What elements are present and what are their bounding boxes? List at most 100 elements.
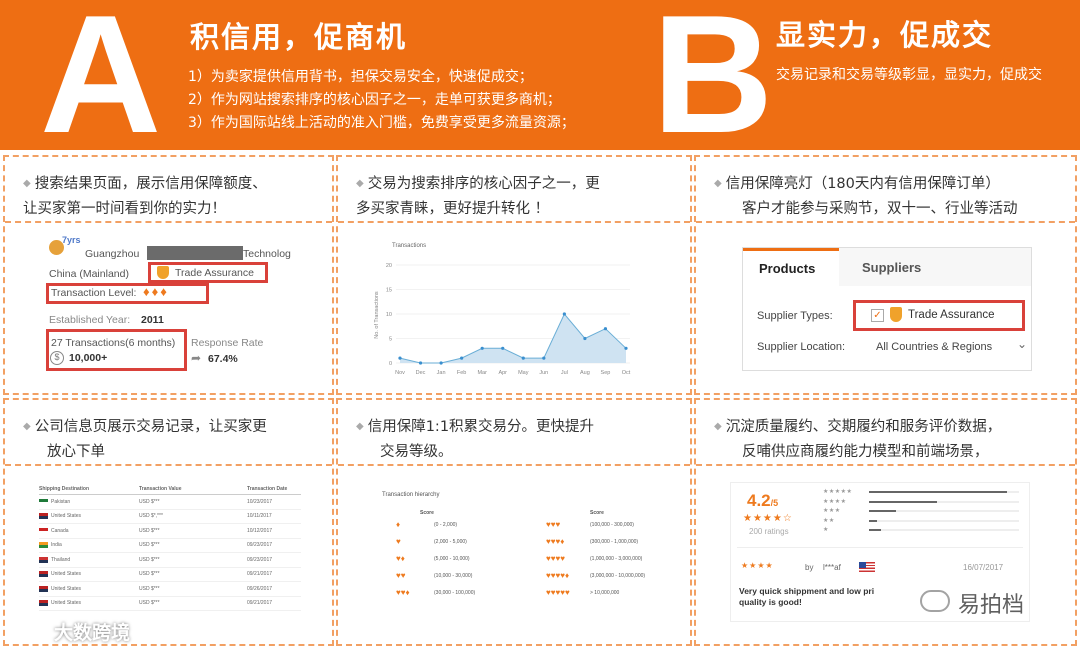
cell-destination: Canada <box>51 527 69 534</box>
x-tick-label: Aug <box>580 370 590 376</box>
x-tick-label: Mar <box>477 370 487 376</box>
score-range: (1,000,000 - 3,000,000) <box>590 556 643 562</box>
data-point <box>398 356 402 360</box>
review-stars-icon: ★★★★ <box>741 561 774 570</box>
level-icon: ♥♥♦ <box>396 588 410 597</box>
data-point <box>542 356 546 360</box>
score-range: (5,000 - 10,000) <box>434 556 470 562</box>
table-row: Pakistan USD $*** 10/23/2017 <box>39 495 301 510</box>
score-range: > 10,000,000 <box>590 590 620 596</box>
x-tick-label: Dec <box>416 370 426 376</box>
diamond-bullet-icon: ◆ <box>23 421 31 432</box>
response-rate-value: 67.4% <box>208 353 238 365</box>
cell-destination: United States <box>51 571 82 578</box>
trade-assurance-checkbox[interactable]: ✓ <box>871 309 884 322</box>
y-tick-label: 10 <box>386 312 392 318</box>
data-point <box>521 356 525 360</box>
level-icon: ♥♥♥♥♦ <box>546 571 570 580</box>
rating-bar <box>869 491 1019 493</box>
trade-assurance-shield-icon <box>890 307 902 322</box>
diamond-bullet-icon: ◆ <box>356 178 364 189</box>
highlight-box <box>46 329 187 371</box>
share-arrow-icon: ➦ <box>191 351 202 365</box>
cell-date: 09/23/2017 <box>247 542 273 549</box>
chevron-down-icon[interactable]: ⌄ <box>1017 337 1027 351</box>
dollar-icon: $ <box>50 351 64 365</box>
data-point <box>460 356 464 360</box>
country-flag-icon <box>39 527 48 534</box>
score-range: (30,000 - 100,000) <box>434 590 476 596</box>
card-caption: ◆ 信用保障亮灯（180天内有信用保障订单） 客户才能参与采购节，双十一、行业等活… <box>696 157 1075 223</box>
score-header: Score <box>590 510 604 516</box>
section-a-line: 3）作为国际站线上活动的准入门槛，免费享受更多流量资源； <box>188 115 575 131</box>
x-tick-label: Oct <box>622 370 631 376</box>
trade-assurance-label[interactable]: Trade Assurance <box>175 267 254 279</box>
company-name-prefix[interactable]: Guangzhou <box>85 248 139 260</box>
cell-destination: United States <box>51 513 82 520</box>
hierarchy-preview: Transaction hierarchy Score Score ♦ (0 - … <box>338 468 690 644</box>
company-name-suffix[interactable]: Technolog <box>243 248 291 260</box>
cell-date: 10/23/2017 <box>247 498 273 505</box>
score-range: (10,000 - 30,000) <box>434 573 473 579</box>
section-a-title: 积信用，促商机 <box>190 20 408 54</box>
chart-title: Transactions <box>392 243 426 249</box>
section-b-line: 交易记录和交易等级彰显，显实力，促成交 <box>776 67 1042 83</box>
data-point <box>501 346 505 350</box>
tab-suppliers[interactable]: Suppliers <box>839 248 939 286</box>
card-search-result: ◆ 搜索结果页面，展示信用保障额度、 让买家第一时间看到你的实力！ 7yrs Gu… <box>3 155 334 395</box>
divider <box>737 547 1023 548</box>
table-row: Thailand USD $*** 09/23/2017 <box>39 553 301 568</box>
cell-destination: Pakistan <box>51 498 71 505</box>
redacted-block <box>147 246 243 260</box>
reviewer-name: l***af <box>823 563 841 572</box>
data-point <box>480 346 484 350</box>
caption-line: 放心下单 <box>47 444 105 460</box>
cell-destination: India <box>51 542 62 549</box>
transaction-amount: 10,000+ <box>69 352 108 364</box>
search-result-preview: 7yrs Guangzhou Technolog China (Mainland… <box>5 225 332 393</box>
location-select[interactable]: All Countries & Regions <box>876 341 992 353</box>
card-transactions-chart: ◆ 交易为搜索排序的核心因子之一，更 多买家青睐，更好提升转化 ！ Transac… <box>336 155 692 395</box>
watermark-left: 大数跨境 <box>54 622 131 644</box>
section-a-letter: A <box>40 0 162 168</box>
score-range: (300,000 - 1,000,000) <box>590 539 639 545</box>
caption-line: 搜索结果页面，展示信用保障额度、 <box>34 176 267 192</box>
transactions-line-chart: Transactions 0 5 10 15 20 No. of Transactions N… <box>374 243 631 376</box>
column-header: Shipping Destination <box>39 486 89 492</box>
y-tick-label: 0 <box>389 361 392 367</box>
country-label: China (Mainland) <box>49 268 129 280</box>
table-body: Pakistan USD $*** 10/23/2017 United States U… <box>39 495 301 611</box>
cell-value: USD $*** <box>139 498 160 505</box>
transactions-count: 27 Transactions(6 months) <box>51 337 176 349</box>
cell-destination: United States <box>51 600 82 607</box>
chart-area: Transactions 0 5 10 15 20 No. of Transactions N… <box>338 225 690 393</box>
tab-products[interactable]: Products <box>743 248 839 286</box>
trade-assurance-option[interactable]: Trade Assurance <box>908 309 995 321</box>
table-row: Canada USD $*** 10/12/2017 <box>39 524 301 539</box>
rating-stars-icon: ★★★★☆ <box>743 513 793 524</box>
section-a-line: 2）作为网站搜索排序的核心因子之一，走单可获更多商机； <box>188 92 561 108</box>
supplier-location-label: Supplier Location: <box>757 341 846 353</box>
rating-bar <box>869 500 1019 503</box>
section-a-line: 1）为卖家提供信用背书，担保交易安全，快速促成交； <box>188 69 533 85</box>
score-header: Score <box>420 510 434 516</box>
section-b-letter: B <box>652 0 774 168</box>
established-value: 2011 <box>141 314 164 326</box>
caption-line: 让买家第一时间看到你的实力！ <box>23 201 226 217</box>
level-icon: ♥♥♥ <box>546 520 561 529</box>
level-icon: ♦ <box>396 520 401 529</box>
diamond-bullet-icon: ◆ <box>356 421 364 432</box>
score-range: (2,000 - 5,000) <box>434 539 467 545</box>
cell-value: USD $*** <box>139 585 160 592</box>
rating-bar <box>869 519 1019 522</box>
y-tick-label: 20 <box>386 263 392 269</box>
country-flag-icon <box>39 600 48 607</box>
x-tick-label: Jul <box>561 370 568 376</box>
cell-value: USD $*** <box>139 571 160 578</box>
card-transaction-records: ◆ 公司信息页展示交易记录，让买家更 放心下单 Shipping Destinat… <box>3 398 334 646</box>
card-trade-assurance-filter: ◆ 信用保障亮灯（180天内有信用保障订单） 客户才能参与采购节，双十一、行业等活… <box>694 155 1077 395</box>
level-icon: ♥♥♥♥ <box>546 554 565 563</box>
star-row-icon: ★★★ <box>823 508 841 514</box>
star-row-icon: ★★ <box>823 517 835 524</box>
review-text: quality is good! <box>739 597 802 607</box>
